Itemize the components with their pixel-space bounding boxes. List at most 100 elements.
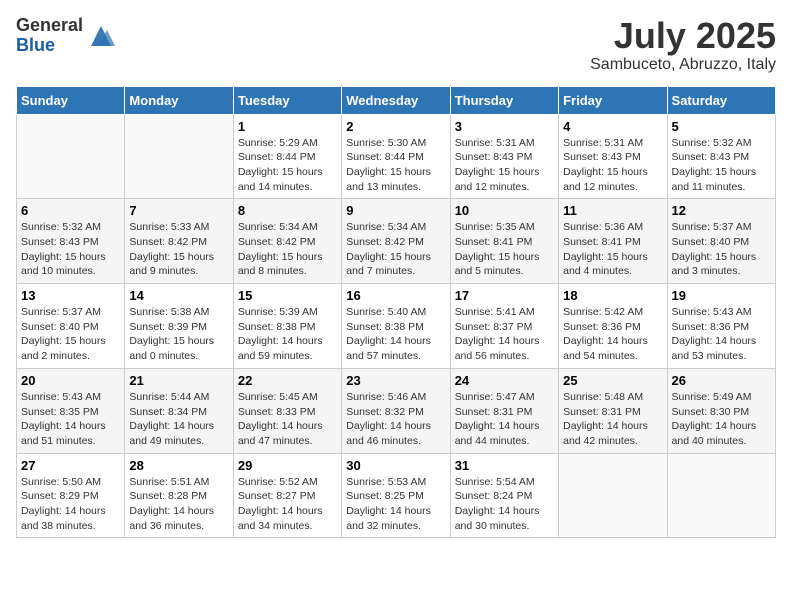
calendar-week-4: 20 Sunrise: 5:43 AMSunset: 8:35 PMDayligh… [17,368,776,453]
calendar-cell: 29Sunrise: 5:52 AMSunset: 8:27 PMDayligh… [233,453,341,538]
page-header: General Blue July 2025 Sambuceto, Abruzz… [16,16,776,74]
calendar-cell: 4 Sunrise: 5:31 AMSunset: 8:43 PMDaylight… [559,114,667,199]
day-number: 12 [672,203,771,218]
day-number: 23 [346,373,445,388]
day-info: Sunrise: 5:31 AMSunset: 8:43 PMDaylight:… [563,136,662,195]
day-info: Sunrise: 5:41 AMSunset: 8:37 PMDaylight:… [455,305,554,364]
day-info: Sunrise: 5:53 AMSunset: 8:25 PMDaylight:… [346,475,445,534]
day-number: 3 [455,119,554,134]
day-info: Sunrise: 5:32 AMSunset: 8:43 PMDaylight:… [21,220,120,279]
calendar-cell: 23Sunrise: 5:46 AMSunset: 8:32 PMDayligh… [342,368,450,453]
day-number: 19 [672,288,771,303]
calendar-week-1: 1 Sunrise: 5:29 AMSunset: 8:44 PMDaylight… [17,114,776,199]
day-info: Sunrise: 5:33 AMSunset: 8:42 PMDaylight:… [129,220,228,279]
calendar-cell: 28 Sunrise: 5:51 AMSunset: 8:28 PMDayligh… [125,453,233,538]
day-number: 4 [563,119,662,134]
calendar-cell: 19 Sunrise: 5:43 AMSunset: 8:36 PMDayligh… [667,284,775,369]
day-header-thursday: Thursday [450,86,558,114]
calendar-week-3: 13Sunrise: 5:37 AMSunset: 8:40 PMDayligh… [17,284,776,369]
calendar-cell [667,453,775,538]
calendar-cell: 8 Sunrise: 5:34 AMSunset: 8:42 PMDaylight… [233,199,341,284]
calendar-cell: 21Sunrise: 5:44 AMSunset: 8:34 PMDayligh… [125,368,233,453]
day-header-monday: Monday [125,86,233,114]
calendar-table: SundayMondayTuesdayWednesdayThursdayFrid… [16,86,776,539]
day-number: 10 [455,203,554,218]
day-number: 9 [346,203,445,218]
day-header-wednesday: Wednesday [342,86,450,114]
day-info: Sunrise: 5:48 AMSunset: 8:31 PMDaylight:… [563,390,662,449]
day-info: Sunrise: 5:31 AMSunset: 8:43 PMDaylight:… [455,136,554,195]
day-header-saturday: Saturday [667,86,775,114]
calendar-cell [17,114,125,199]
day-number: 8 [238,203,337,218]
day-number: 7 [129,203,228,218]
day-info: Sunrise: 5:34 AMSunset: 8:42 PMDaylight:… [238,220,337,279]
day-info: Sunrise: 5:51 AMSunset: 8:28 PMDaylight:… [129,475,228,534]
day-info: Sunrise: 5:43 AMSunset: 8:35 PMDaylight:… [21,390,120,449]
day-info: Sunrise: 5:40 AMSunset: 8:38 PMDaylight:… [346,305,445,364]
day-number: 24 [455,373,554,388]
logo-icon [87,22,115,50]
calendar-cell: 24 Sunrise: 5:47 AMSunset: 8:31 PMDayligh… [450,368,558,453]
day-number: 17 [455,288,554,303]
calendar-cell: 22 Sunrise: 5:45 AMSunset: 8:33 PMDayligh… [233,368,341,453]
day-info: Sunrise: 5:44 AMSunset: 8:34 PMDaylight:… [129,390,228,449]
calendar-cell: 30Sunrise: 5:53 AMSunset: 8:25 PMDayligh… [342,453,450,538]
calendar-cell: 9 Sunrise: 5:34 AMSunset: 8:42 PMDaylight… [342,199,450,284]
calendar-cell: 3 Sunrise: 5:31 AMSunset: 8:43 PMDaylight… [450,114,558,199]
calendar-cell: 6 Sunrise: 5:32 AMSunset: 8:43 PMDaylight… [17,199,125,284]
day-info: Sunrise: 5:52 AMSunset: 8:27 PMDaylight:… [238,475,337,534]
calendar-cell: 7 Sunrise: 5:33 AMSunset: 8:42 PMDaylight… [125,199,233,284]
calendar-cell: 16 Sunrise: 5:40 AMSunset: 8:38 PMDayligh… [342,284,450,369]
day-number: 28 [129,458,228,473]
day-number: 14 [129,288,228,303]
logo-general-text: General [16,16,83,36]
day-number: 20 [21,373,120,388]
calendar-cell: 20 Sunrise: 5:43 AMSunset: 8:35 PMDayligh… [17,368,125,453]
day-number: 5 [672,119,771,134]
calendar-cell: 15 Sunrise: 5:39 AMSunset: 8:38 PMDayligh… [233,284,341,369]
day-info: Sunrise: 5:32 AMSunset: 8:43 PMDaylight:… [672,136,771,195]
day-info: Sunrise: 5:35 AMSunset: 8:41 PMDaylight:… [455,220,554,279]
logo: General Blue [16,16,115,56]
day-number: 25 [563,373,662,388]
day-number: 2 [346,119,445,134]
calendar-cell: 5 Sunrise: 5:32 AMSunset: 8:43 PMDaylight… [667,114,775,199]
day-info: Sunrise: 5:50 AMSunset: 8:29 PMDaylight:… [21,475,120,534]
day-header-sunday: Sunday [17,86,125,114]
calendar-cell [559,453,667,538]
calendar-week-5: 27Sunrise: 5:50 AMSunset: 8:29 PMDayligh… [17,453,776,538]
calendar-cell: 18 Sunrise: 5:42 AMSunset: 8:36 PMDayligh… [559,284,667,369]
day-header-friday: Friday [559,86,667,114]
day-number: 13 [21,288,120,303]
day-info: Sunrise: 5:45 AMSunset: 8:33 PMDaylight:… [238,390,337,449]
day-info: Sunrise: 5:42 AMSunset: 8:36 PMDaylight:… [563,305,662,364]
calendar-cell: 11 Sunrise: 5:36 AMSunset: 8:41 PMDayligh… [559,199,667,284]
day-info: Sunrise: 5:49 AMSunset: 8:30 PMDaylight:… [672,390,771,449]
day-info: Sunrise: 5:36 AMSunset: 8:41 PMDaylight:… [563,220,662,279]
day-number: 26 [672,373,771,388]
day-info: Sunrise: 5:29 AMSunset: 8:44 PMDaylight:… [238,136,337,195]
calendar-week-2: 6 Sunrise: 5:32 AMSunset: 8:43 PMDaylight… [17,199,776,284]
day-info: Sunrise: 5:54 AMSunset: 8:24 PMDaylight:… [455,475,554,534]
month-year-title: July 2025 [590,16,776,56]
day-info: Sunrise: 5:34 AMSunset: 8:42 PMDaylight:… [346,220,445,279]
day-number: 15 [238,288,337,303]
title-area: July 2025 Sambuceto, Abruzzo, Italy [590,16,776,74]
day-info: Sunrise: 5:30 AMSunset: 8:44 PMDaylight:… [346,136,445,195]
calendar-cell: 31 Sunrise: 5:54 AMSunset: 8:24 PMDayligh… [450,453,558,538]
day-info: Sunrise: 5:47 AMSunset: 8:31 PMDaylight:… [455,390,554,449]
day-info: Sunrise: 5:39 AMSunset: 8:38 PMDaylight:… [238,305,337,364]
day-header-row: SundayMondayTuesdayWednesdayThursdayFrid… [17,86,776,114]
day-info: Sunrise: 5:43 AMSunset: 8:36 PMDaylight:… [672,305,771,364]
day-number: 31 [455,458,554,473]
day-info: Sunrise: 5:38 AMSunset: 8:39 PMDaylight:… [129,305,228,364]
day-number: 18 [563,288,662,303]
day-number: 22 [238,373,337,388]
day-number: 1 [238,119,337,134]
day-number: 11 [563,203,662,218]
day-number: 6 [21,203,120,218]
day-number: 16 [346,288,445,303]
calendar-cell: 17 Sunrise: 5:41 AMSunset: 8:37 PMDayligh… [450,284,558,369]
calendar-cell: 13Sunrise: 5:37 AMSunset: 8:40 PMDayligh… [17,284,125,369]
